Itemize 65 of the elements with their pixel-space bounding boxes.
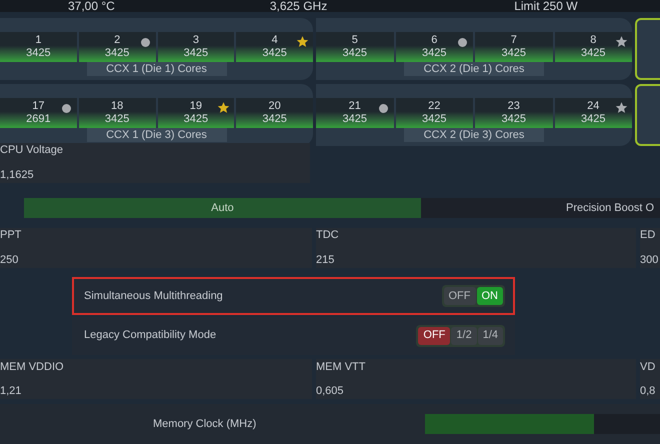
option-switch[interactable]: OFF 1/2 1/4 xyxy=(416,324,505,347)
core-clock: 3425 xyxy=(502,46,526,60)
core-number: 1 xyxy=(35,34,42,47)
value-label: CPU Voltage xyxy=(0,143,64,158)
core-clock: 3425 xyxy=(342,112,367,126)
value-text: 0,8 xyxy=(640,384,656,400)
option-button[interactable]: OFF xyxy=(444,286,476,305)
setting-label: Legacy Compatibility Mode xyxy=(84,328,216,344)
core-number: 22 xyxy=(428,100,440,113)
mode-tab[interactable]: Auto xyxy=(24,198,421,218)
core-number: 7 xyxy=(510,34,517,47)
core-clock: 3425 xyxy=(581,112,606,126)
core-clock: 3425 xyxy=(581,46,606,60)
core-number: 21 xyxy=(348,100,361,113)
status-reading: 37,00 °C xyxy=(68,0,115,12)
core-clock: 3425 xyxy=(342,46,367,60)
core-number: 2 xyxy=(114,34,120,47)
core-clock: 2691 xyxy=(26,112,51,126)
option-switch[interactable]: OFF ON xyxy=(442,284,505,307)
group-label: CCX 1 (Die 3) Cores xyxy=(86,128,226,142)
option-button[interactable]: 1/4 xyxy=(478,326,503,345)
core-clock: 3425 xyxy=(262,46,287,60)
core-clock: 3425 xyxy=(502,112,526,126)
status-reading: Limit 250 W xyxy=(514,0,578,12)
core-number: 5 xyxy=(352,34,358,47)
core-clock: 3425 xyxy=(422,112,446,126)
option-button[interactable]: 1/2 xyxy=(451,326,477,345)
core-clock: 3425 xyxy=(184,112,208,126)
value-label: TDC xyxy=(316,228,340,244)
core-clock: 3425 xyxy=(184,46,208,60)
core-clock: 3425 xyxy=(104,46,130,60)
group-label: CCX 2 (Die 1) Cores xyxy=(404,62,544,76)
status-reading: 3,625 GHz xyxy=(270,0,328,12)
value-text: 0,605 xyxy=(316,384,345,400)
setting-label: Simultaneous Multithreading xyxy=(84,288,223,304)
core-number: 23 xyxy=(508,100,520,113)
value-label: PPT xyxy=(0,228,22,244)
value-label: MEM VTT xyxy=(316,360,366,375)
core-number: 3 xyxy=(192,34,199,47)
core-number: 18 xyxy=(111,100,124,113)
group-label: CCX 2 (Die 3) Cores xyxy=(404,128,544,142)
setting-label: Memory Clock (MHz) xyxy=(153,416,258,432)
option-button[interactable]: OFF xyxy=(418,326,450,345)
value-text: 1,21 xyxy=(0,384,22,400)
core-clock: 3425 xyxy=(422,46,446,60)
value-label: MEM VDDIO xyxy=(0,360,65,375)
core-clock: 3425 xyxy=(262,112,287,126)
option-button[interactable]: ON xyxy=(476,286,503,305)
value-text: 215 xyxy=(316,252,336,268)
core-number: 4 xyxy=(272,34,278,47)
core-number: 24 xyxy=(587,100,600,113)
core-number: 19 xyxy=(190,100,202,113)
mode-tab[interactable]: Precision Boost O xyxy=(421,198,660,218)
core-number: 6 xyxy=(431,34,438,47)
group-label: CCX 1 (Die 1) Cores xyxy=(86,62,226,76)
core-number: 20 xyxy=(268,100,281,113)
core-clock: 3425 xyxy=(26,46,51,60)
core-clock: 3425 xyxy=(104,112,130,126)
value-text: 300 xyxy=(640,252,660,268)
value-label: VD xyxy=(640,360,656,375)
core-number: 8 xyxy=(590,34,596,47)
value-label: ED xyxy=(640,228,656,244)
core-number: 17 xyxy=(32,100,44,113)
value-text: 1,1625 xyxy=(0,168,35,183)
value-text: 250 xyxy=(0,252,20,268)
